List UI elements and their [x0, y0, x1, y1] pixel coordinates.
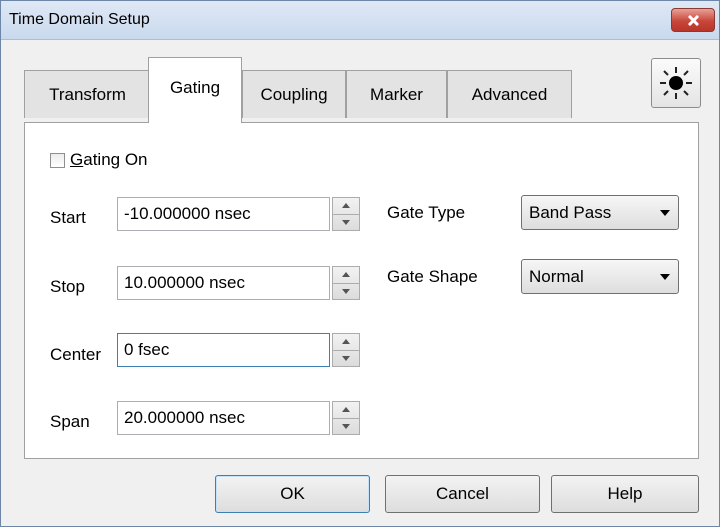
tab-transform[interactable]: Transform: [24, 70, 151, 118]
gating-on-label[interactable]: Gating On: [70, 150, 148, 170]
gate-type-label: Gate Type: [387, 203, 466, 222]
start-label: Start: [50, 208, 86, 227]
sun-button[interactable]: [651, 58, 701, 108]
chevron-down-icon[interactable]: [660, 274, 670, 280]
ok-button[interactable]: OK: [215, 475, 370, 513]
gate-type-value: Band Pass: [529, 203, 612, 222]
spin-up-icon[interactable]: [342, 203, 350, 208]
center-input[interactable]: 0 fsec: [117, 333, 330, 367]
spin-up-icon[interactable]: [342, 272, 350, 277]
help-button[interactable]: Help: [551, 475, 699, 513]
cancel-button[interactable]: Cancel: [385, 475, 540, 513]
chevron-down-icon[interactable]: [660, 210, 670, 216]
stop-input[interactable]: 10.000000 nsec: [117, 266, 330, 300]
spin-down-icon[interactable]: [342, 220, 350, 225]
gate-shape-value: Normal: [529, 267, 584, 286]
window-title: Time Domain Setup: [9, 11, 150, 28]
tab-advanced[interactable]: Advanced: [447, 70, 572, 118]
spin-up-icon[interactable]: [342, 339, 350, 344]
tab-coupling[interactable]: Coupling: [242, 70, 346, 118]
span-input[interactable]: 20.000000 nsec: [117, 401, 330, 435]
tab-marker[interactable]: Marker: [346, 70, 447, 118]
start-spinner[interactable]: [332, 197, 360, 231]
span-spinner[interactable]: [332, 401, 360, 435]
spin-down-icon[interactable]: [342, 356, 350, 361]
sun-icon: [660, 67, 692, 99]
spin-down-icon[interactable]: [342, 424, 350, 429]
spin-up-icon[interactable]: [342, 407, 350, 412]
title-bar[interactable]: Time Domain Setup: [1, 1, 719, 40]
start-input[interactable]: -10.000000 nsec: [117, 197, 330, 231]
close-icon[interactable]: [671, 8, 715, 32]
gating-on-checkbox[interactable]: [50, 153, 65, 168]
span-label: Span: [50, 412, 90, 431]
center-label: Center: [50, 345, 102, 364]
stop-label: Stop: [50, 277, 85, 296]
gate-type-select[interactable]: Band Pass: [521, 195, 679, 230]
gate-shape-select[interactable]: Normal: [521, 259, 679, 294]
spin-down-icon[interactable]: [342, 289, 350, 294]
center-spinner[interactable]: [332, 333, 360, 367]
dialog-window: Time Domain Setup Transform Gating Coupl…: [0, 0, 720, 527]
stop-spinner[interactable]: [332, 266, 360, 300]
tab-gating[interactable]: Gating: [148, 57, 242, 123]
gate-shape-label: Gate Shape: [387, 267, 478, 286]
